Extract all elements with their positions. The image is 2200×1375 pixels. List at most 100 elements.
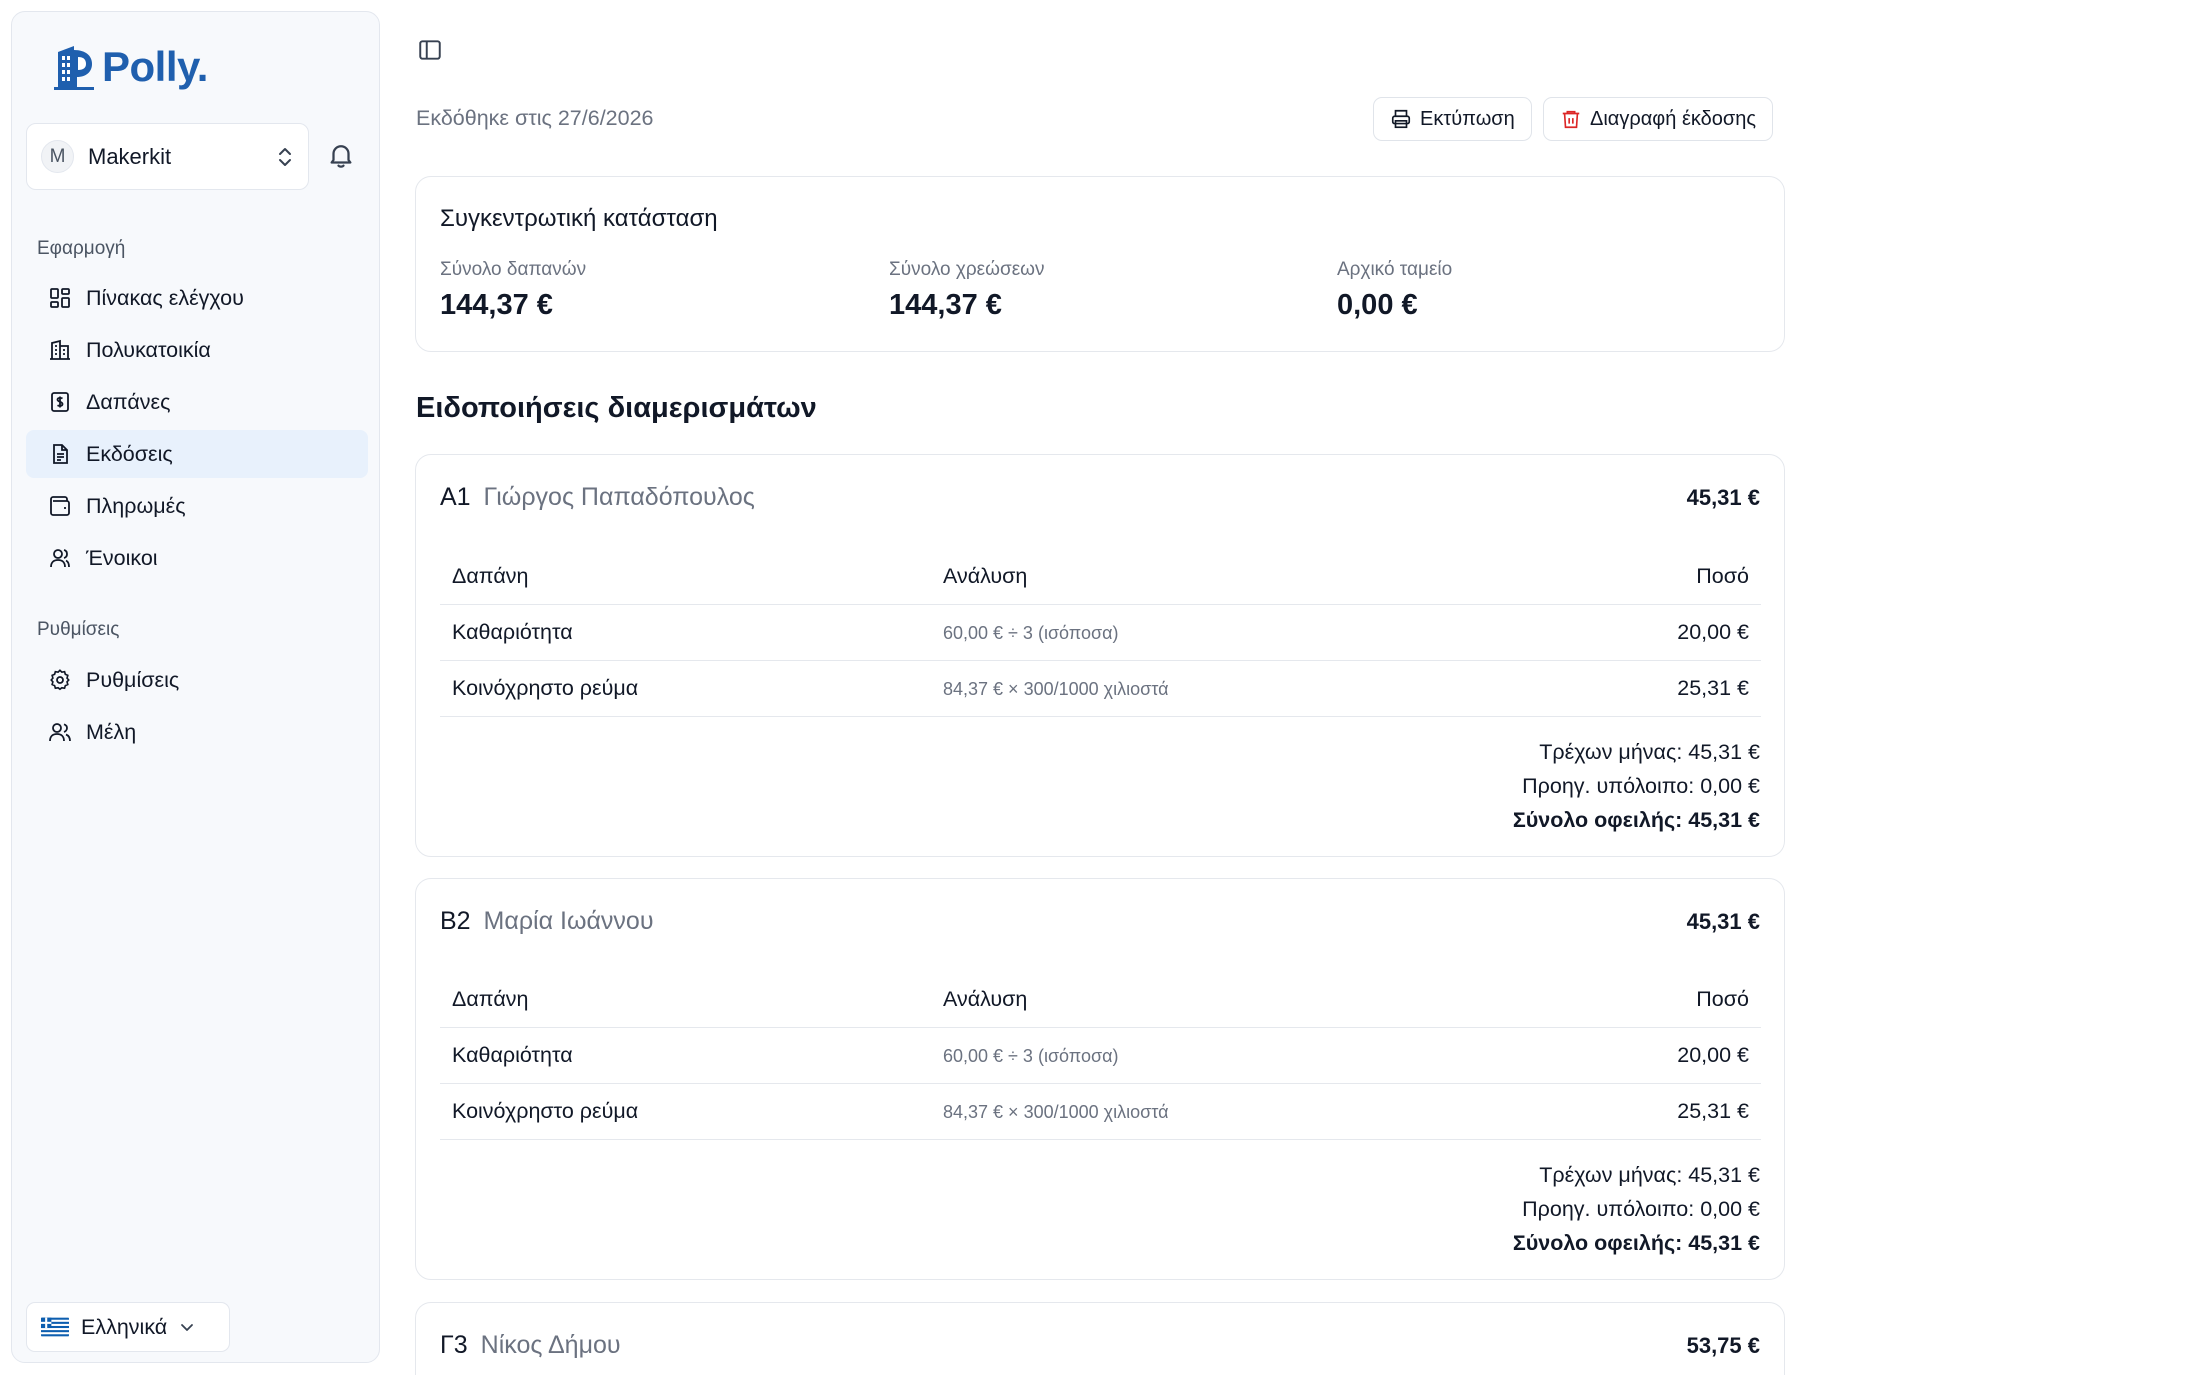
table-row: Κοινόχρηστο ρεύμα 84,37 € × 300/1000 χιλ… xyxy=(440,1084,1761,1140)
sidebar-item-label: Ρυθμίσεις xyxy=(86,667,180,692)
table-row: Καθαριότητα 60,00 € ÷ 3 (ισόποσα) 20,00 … xyxy=(440,1028,1761,1084)
summary-charges-value: 144,37 € xyxy=(889,289,1002,321)
table-header-row: Δαπάνη Ανάλυση Ποσό xyxy=(440,549,1761,605)
row-analysis: 84,37 € × 300/1000 χιλιοστά xyxy=(943,1102,1169,1122)
apartment-total: 53,75 € xyxy=(1686,1333,1760,1358)
sidebar-item-label: Πληρωμές xyxy=(86,493,186,518)
row-analysis: 84,37 € × 300/1000 χιλιοστά xyxy=(943,679,1169,699)
apartment-total: 45,31 € xyxy=(1686,909,1760,934)
row-amount: 25,31 € xyxy=(1677,1099,1749,1123)
apartment-header: Β2 Μαρία Ιωάννου xyxy=(440,907,654,936)
col-amount: Ποσό xyxy=(1696,987,1749,1011)
summary-expenses-label: Σύνολο δαπανών xyxy=(440,259,587,280)
summary-fund: Αρχικό ταμείο 0,00 € xyxy=(1337,259,1452,322)
summary-expenses: Σύνολο δαπανών 144,37 € xyxy=(440,259,586,322)
summary-charges-label: Σύνολο χρεώσεων xyxy=(889,259,1045,280)
issued-date: Εκδόθηκε στις 27/6/2026 xyxy=(416,106,654,130)
col-analysis: Ανάλυση xyxy=(943,564,1028,588)
trash-icon xyxy=(1562,110,1580,129)
current-month: Τρέχων μήνας: 45,31 € xyxy=(1539,740,1760,764)
tenant-name: Μαρία Ιωάννου xyxy=(483,907,654,935)
sidebar-item-building[interactable]: Πολυκατοικία xyxy=(26,326,368,374)
chevron-up-down-icon xyxy=(279,147,291,166)
building-icon xyxy=(50,339,70,360)
sidebar-item-tenants[interactable]: Ένοικοι xyxy=(26,534,368,582)
row-expense: Καθαριότητα xyxy=(452,620,573,644)
charges-table: Δαπάνη Ανάλυση Ποσό Καθαριότητα 60,00 € … xyxy=(440,549,1761,717)
apartment-code: Α1 xyxy=(440,483,471,511)
sidebar-item-label: Πολυκατοικία xyxy=(86,337,211,362)
sidebar-item-label: Εκδόσεις xyxy=(86,441,173,466)
table-row: Κοινόχρηστο ρεύμα 84,37 € × 300/1000 χιλ… xyxy=(440,661,1761,717)
print-label: Εκτύπωση xyxy=(1420,107,1515,130)
apartment-card: Γ3 Νίκος Δήμου 53,75 € xyxy=(415,1302,1785,1375)
sidebar: Polly. M Makerkit Εφαρμογή Πίνακας ελέγχ… xyxy=(11,11,380,1363)
section-label-app: Εφαρμογή xyxy=(37,238,126,259)
apartment-totals: Τρέχων μήνας: 45,31 € Προηγ. υπόλοιπο: 0… xyxy=(1513,735,1760,837)
logo-text: Polly. xyxy=(102,43,208,90)
sidebar-toggle-icon[interactable] xyxy=(417,37,443,63)
row-amount: 20,00 € xyxy=(1677,620,1749,644)
sidebar-item-label: Μέλη xyxy=(86,719,137,744)
col-expense: Δαπάνη xyxy=(452,564,529,588)
sidebar-item-issues[interactable]: Εκδόσεις xyxy=(26,430,368,478)
previous-balance: Προηγ. υπόλοιπο: 0,00 € xyxy=(1522,774,1760,798)
summary-card: Συγκεντρωτική κατάσταση Σύνολο δαπανών 1… xyxy=(415,176,1785,352)
tenant-name: Νίκος Δήμου xyxy=(480,1331,621,1359)
notices-title: Ειδοποιήσεις διαμερισμάτων xyxy=(416,392,817,424)
apartment-card: Β2 Μαρία Ιωάννου 45,31 € Δαπάνη Ανάλυση … xyxy=(415,878,1785,1280)
delete-label: Διαγραφή έκδοσης xyxy=(1590,107,1756,130)
apartment-total: 45,31 € xyxy=(1686,485,1760,510)
row-amount: 20,00 € xyxy=(1677,1043,1749,1067)
apartment-totals: Τρέχων μήνας: 45,31 € Προηγ. υπόλοιπο: 0… xyxy=(1513,1158,1760,1260)
members-icon xyxy=(49,723,71,742)
table-header-row: Δαπάνη Ανάλυση Ποσό xyxy=(440,972,1761,1028)
dashboard-icon xyxy=(50,288,70,308)
row-expense: Καθαριότητα xyxy=(452,1043,573,1067)
apartment-card: Α1 Γιώργος Παπαδόπουλος 45,31 € Δαπάνη Α… xyxy=(415,454,1785,857)
sidebar-item-label: Δαπάνες xyxy=(86,389,171,414)
sidebar-item-label: Πίνακας ελέγχου xyxy=(86,285,244,310)
language-label: Ελληνικά xyxy=(81,1314,168,1339)
total-due: Σύνολο οφειλής: 45,31 € xyxy=(1512,808,1760,832)
row-expense: Κοινόχρηστο ρεύμα xyxy=(452,676,639,700)
language-selector[interactable]: Ελληνικά xyxy=(26,1302,230,1352)
row-amount: 25,31 € xyxy=(1677,676,1749,700)
apartment-code: Β2 xyxy=(440,907,471,935)
col-amount: Ποσό xyxy=(1696,564,1749,588)
wallet-icon xyxy=(50,496,70,516)
users-icon xyxy=(50,549,70,568)
sidebar-item-settings[interactable]: Ρυθμίσεις xyxy=(26,656,368,704)
apartment-code: Γ3 xyxy=(440,1331,468,1359)
sidebar-item-dashboard[interactable]: Πίνακας ελέγχου xyxy=(26,274,368,322)
avatar: M xyxy=(41,140,74,173)
summary-fund-value: 0,00 € xyxy=(1337,289,1418,321)
total-due: Σύνολο οφειλής: 45,31 € xyxy=(1512,1231,1760,1255)
chevron-down-icon xyxy=(181,1324,194,1331)
tenant-name: Γιώργος Παπαδόπουλος xyxy=(483,483,755,511)
col-expense: Δαπάνη xyxy=(452,987,529,1011)
document-icon xyxy=(53,444,68,464)
print-button[interactable]: Εκτύπωση xyxy=(1373,97,1532,141)
delete-issue-button[interactable]: Διαγραφή έκδοσης xyxy=(1543,97,1773,141)
logo[interactable]: Polly. xyxy=(52,42,208,92)
summary-fund-label: Αρχικό ταμείο xyxy=(1337,259,1453,280)
table-row: Καθαριότητα 60,00 € ÷ 3 (ισόποσα) 20,00 … xyxy=(440,605,1761,661)
sidebar-item-payments[interactable]: Πληρωμές xyxy=(26,482,368,530)
sidebar-item-members[interactable]: Μέλη xyxy=(26,708,368,756)
account-switcher[interactable]: M Makerkit xyxy=(26,123,309,190)
bell-icon[interactable] xyxy=(326,140,356,170)
apartment-header: Γ3 Νίκος Δήμου xyxy=(440,1331,621,1360)
account-name: Makerkit xyxy=(88,143,172,169)
building-logo-icon xyxy=(54,46,94,90)
sidebar-item-expenses[interactable]: Δαπάνες xyxy=(26,378,368,426)
col-analysis: Ανάλυση xyxy=(943,987,1028,1011)
greek-flag-icon xyxy=(41,1317,69,1337)
previous-balance: Προηγ. υπόλοιπο: 0,00 € xyxy=(1522,1197,1760,1221)
summary-expenses-value: 144,37 € xyxy=(440,289,553,321)
row-analysis: 60,00 € ÷ 3 (ισόποσα) xyxy=(943,1046,1119,1066)
row-analysis: 60,00 € ÷ 3 (ισόποσα) xyxy=(943,623,1119,643)
section-label-settings: Ρυθμίσεις xyxy=(37,619,120,640)
sidebar-item-label: Ένοικοι xyxy=(86,545,158,570)
gear-icon xyxy=(50,669,70,691)
